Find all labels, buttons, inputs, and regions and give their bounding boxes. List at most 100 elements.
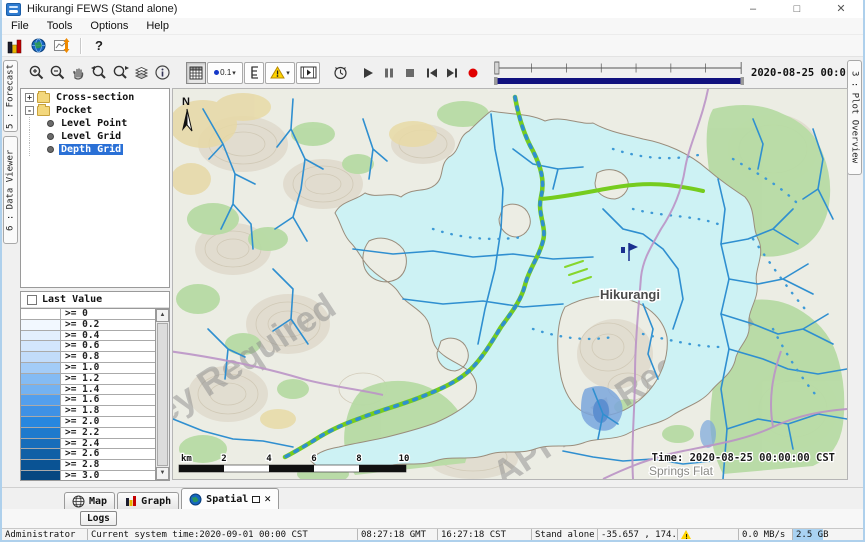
close-button[interactable]: ✕ bbox=[819, 0, 863, 18]
legend-row[interactable]: >= 2.2 bbox=[21, 428, 155, 439]
menu-help[interactable]: Help bbox=[137, 18, 178, 35]
tree-item[interactable]: +Cross-section bbox=[21, 91, 169, 104]
clock-icon bbox=[332, 64, 349, 81]
restore-panel-icon[interactable] bbox=[252, 496, 260, 503]
tree-item[interactable]: Depth Grid bbox=[21, 143, 169, 156]
profile-display-button[interactable] bbox=[50, 36, 74, 56]
folder-icon bbox=[37, 106, 50, 116]
legend-row-label: >= 2.0 bbox=[61, 417, 155, 427]
zoom-in-button[interactable] bbox=[26, 62, 46, 84]
legend-color-swatch bbox=[21, 417, 61, 427]
tab-forecast[interactable]: 5 : Forecast bbox=[3, 60, 18, 132]
grid-display-button[interactable] bbox=[186, 62, 206, 84]
main-toolbar: ? bbox=[2, 35, 863, 57]
timeline-ruler bbox=[494, 60, 744, 86]
minimize-button[interactable]: – bbox=[731, 0, 775, 18]
legend-color-swatch bbox=[21, 460, 61, 470]
profile-chart-icon bbox=[54, 38, 71, 53]
tree-connector bbox=[29, 130, 47, 143]
animation-button[interactable] bbox=[296, 62, 320, 84]
scalebar-tick: 8 bbox=[356, 454, 361, 464]
menu-options[interactable]: Options bbox=[81, 18, 137, 35]
step-forward-button[interactable] bbox=[442, 62, 462, 84]
info-icon bbox=[154, 64, 171, 81]
legend-toggle-button[interactable] bbox=[244, 62, 264, 84]
status-warning[interactable] bbox=[678, 529, 739, 540]
scale-legend-icon bbox=[248, 65, 261, 80]
warnings-dropdown[interactable]: ▾ bbox=[265, 62, 295, 84]
tree-item[interactable]: -Pocket bbox=[21, 104, 169, 117]
play-button[interactable] bbox=[358, 62, 378, 84]
legend-row[interactable]: >= 0.2 bbox=[21, 320, 155, 331]
step-back-button[interactable] bbox=[421, 62, 441, 84]
zoom-previous-button[interactable] bbox=[89, 62, 109, 84]
zoom-next-button[interactable] bbox=[110, 62, 130, 84]
globe-icon bbox=[31, 38, 46, 53]
maximize-button[interactable]: □ bbox=[775, 0, 819, 18]
legend-color-swatch bbox=[21, 395, 61, 405]
step-forward-icon bbox=[446, 67, 459, 79]
info-button[interactable] bbox=[152, 62, 172, 84]
spatial-globe-button[interactable] bbox=[26, 36, 50, 56]
tree-connector bbox=[29, 117, 47, 130]
menu-tools[interactable]: Tools bbox=[38, 18, 82, 35]
status-transfer-rate: 0.0 MB/s bbox=[739, 529, 793, 540]
tab-data-viewer[interactable]: 6 : Data Viewer bbox=[3, 136, 18, 244]
legend-row-label: >= 0.6 bbox=[61, 341, 155, 351]
legend-title: Last Value bbox=[42, 294, 102, 305]
app-window: Hikurangi FEWS (Stand alone) – □ ✕ File … bbox=[0, 0, 865, 542]
menu-file[interactable]: File bbox=[2, 18, 38, 35]
legend-row[interactable]: >= 3.0 bbox=[21, 471, 155, 480]
close-panel-icon[interactable]: ✕ bbox=[264, 494, 271, 504]
pause-button[interactable] bbox=[379, 62, 399, 84]
scroll-down-icon[interactable]: ▼ bbox=[156, 467, 169, 480]
legend-header: Last Value bbox=[21, 292, 169, 308]
timeline-slider[interactable] bbox=[494, 60, 744, 86]
bullet-icon bbox=[47, 133, 54, 140]
legend-row-label: >= 0.4 bbox=[61, 331, 155, 341]
tree-toggle[interactable]: + bbox=[25, 93, 34, 102]
last-value-checkbox[interactable] bbox=[27, 295, 37, 305]
explorer-button[interactable] bbox=[2, 36, 26, 56]
warning-triangle-icon bbox=[270, 66, 285, 79]
logs-row: Logs bbox=[2, 509, 863, 528]
deep-flood-patch bbox=[700, 420, 716, 448]
legend-row[interactable]: >= 1.2 bbox=[21, 374, 155, 385]
legend-row-label: >= 1.4 bbox=[61, 385, 155, 395]
statusbar: Administrator Current system time:2020-0… bbox=[2, 528, 863, 540]
legend-scrollbar[interactable]: ▲ ▼ bbox=[155, 309, 169, 480]
tab-graph[interactable]: Graph bbox=[117, 492, 179, 509]
globe-wireframe-icon bbox=[72, 495, 85, 508]
tab-spatial[interactable]: Spatial ✕ bbox=[181, 488, 279, 509]
map-time-label: Time: 2020-08-25 00:00:00 CST bbox=[652, 452, 835, 464]
help-button[interactable]: ? bbox=[87, 36, 111, 56]
grid-icon bbox=[189, 66, 203, 80]
map-canvas: API Key Required API Key Required bbox=[173, 89, 847, 479]
layers-button[interactable] bbox=[131, 62, 151, 84]
tab-plot-overview[interactable]: 3 : Plot Overview bbox=[847, 60, 862, 175]
legend-row-label: >= 1.0 bbox=[61, 363, 155, 373]
scrollbar-thumb[interactable] bbox=[157, 323, 168, 466]
tree-item-label: Level Grid bbox=[59, 131, 123, 142]
record-button[interactable] bbox=[463, 62, 483, 84]
grid-opacity-dropdown[interactable]: 0.1 ▾ bbox=[207, 62, 243, 84]
tree-item[interactable]: Level Point bbox=[21, 117, 169, 130]
time-settings-button[interactable] bbox=[330, 62, 350, 84]
tab-spatial-label: Spatial bbox=[206, 494, 248, 505]
map-view[interactable]: API Key Required API Key Required bbox=[172, 88, 848, 480]
logs-button[interactable]: Logs bbox=[80, 511, 117, 526]
tree-item[interactable]: Level Grid bbox=[21, 130, 169, 143]
town-label: Hikurangi bbox=[600, 287, 660, 302]
movie-icon bbox=[300, 66, 317, 79]
memory-value: 2.5 GB bbox=[796, 530, 829, 540]
folder-icon bbox=[37, 93, 50, 103]
tab-map[interactable]: Map bbox=[64, 492, 115, 509]
pan-button[interactable] bbox=[68, 62, 88, 84]
layers-icon bbox=[133, 64, 150, 81]
scroll-up-icon[interactable]: ▲ bbox=[156, 309, 169, 322]
help-icon: ? bbox=[95, 38, 103, 53]
stop-button[interactable] bbox=[400, 62, 420, 84]
zoom-out-button[interactable] bbox=[47, 62, 67, 84]
tree-toggle[interactable]: - bbox=[25, 106, 34, 115]
legend-row-label: >= 1.6 bbox=[61, 395, 155, 405]
